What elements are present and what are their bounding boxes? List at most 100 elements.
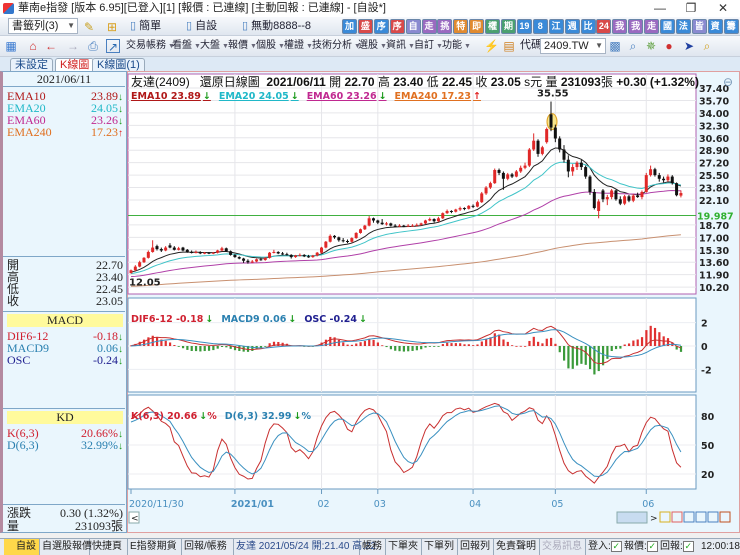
- quick-function-icon[interactable]: 期: [501, 19, 516, 34]
- add-page-icon[interactable]: ⊞: [105, 20, 119, 34]
- zoom-out-icon[interactable]: [683, 511, 695, 523]
- quick-function-icon[interactable]: 走: [421, 19, 437, 34]
- quick-function-icon[interactable]: 盛: [357, 19, 373, 34]
- news-ticker[interactable]: 友達 2021/05/24 開:21.40 高:22: [234, 539, 376, 555]
- lightning-icon[interactable]: ⚡: [484, 39, 499, 53]
- menu-item[interactable]: 自訂 ▼: [414, 36, 443, 56]
- menu-item[interactable]: 選股 ▼: [358, 36, 387, 56]
- search-icon[interactable]: ⌕: [626, 39, 640, 53]
- trend-icon[interactable]: [659, 511, 671, 523]
- quick-function-icon[interactable]: 自: [405, 19, 421, 34]
- tab-unset[interactable]: 未設定: [10, 58, 53, 71]
- status-button[interactable]: 回報列: [458, 539, 494, 555]
- candle-body: [159, 249, 163, 251]
- status-button[interactable]: 帳務: [360, 539, 386, 555]
- back-arrow-icon[interactable]: ←: [44, 39, 58, 53]
- forward-arrow-icon[interactable]: →: [66, 39, 80, 53]
- status-tab[interactable]: 自設: [4, 539, 40, 555]
- quick-function-icon[interactable]: 法: [675, 19, 691, 34]
- close-button[interactable]: ✕: [708, 0, 738, 17]
- candle-body: [242, 258, 246, 261]
- legend-text: EMA60 23.26: [306, 91, 377, 102]
- quick-function-icon[interactable]: 特: [453, 19, 469, 34]
- zoom-fit-icon[interactable]: [695, 511, 707, 523]
- page-button[interactable]: ▯ 無動8888--8: [242, 17, 311, 36]
- candle: [358, 228, 362, 234]
- osc-bar: [342, 342, 345, 346]
- minimize-button[interactable]: —: [645, 0, 675, 17]
- menu-item[interactable]: 資訊 ▼: [386, 36, 415, 56]
- cursor-icon[interactable]: ➤: [682, 39, 696, 53]
- popout-icon[interactable]: ↗: [106, 39, 120, 54]
- quick-function-icon[interactable]: 序: [389, 19, 405, 34]
- menu-item[interactable]: 交易帳務 ▼: [126, 36, 175, 56]
- chart-icon[interactable]: ▩: [608, 39, 622, 53]
- osc-bar: [225, 346, 228, 348]
- status-tab[interactable]: 回報/帳務: [182, 539, 234, 555]
- bookmark-select[interactable]: 書籤列(3) ▼: [8, 18, 78, 34]
- clock-icon[interactable]: [671, 511, 683, 523]
- quick-function-icon[interactable]: 19: [516, 19, 532, 34]
- status-button[interactable]: 下單列: [422, 539, 458, 555]
- status-tab[interactable]: 自選股報價: [40, 539, 92, 555]
- quick-function-icon[interactable]: 序: [373, 19, 389, 34]
- quick-function-icon[interactable]: 比: [580, 19, 596, 34]
- status-button[interactable]: 免責聲明: [494, 539, 540, 555]
- quick-function-icon[interactable]: 資: [707, 19, 723, 34]
- menu-item[interactable]: 大盤 ▼: [200, 36, 229, 56]
- home-icon[interactable]: ⌂: [26, 39, 40, 53]
- quick-function-icon[interactable]: 皆: [691, 19, 707, 34]
- menu-item[interactable]: 權證 ▼: [284, 36, 313, 56]
- volume-row: 量 231093張: [7, 520, 123, 532]
- candle: [480, 191, 484, 203]
- alert-icon[interactable]: ●: [662, 39, 676, 53]
- menu-item[interactable]: 技術分析 ▼: [312, 36, 361, 56]
- calendar-icon[interactable]: ▤: [502, 39, 516, 53]
- osc-bar: [485, 338, 488, 346]
- quick-function-icon[interactable]: 我: [612, 19, 628, 34]
- osc-bar: [550, 337, 553, 346]
- change-row: 漲跌 0.30 (1.32%): [7, 507, 123, 519]
- quick-function-icon[interactable]: 加: [342, 19, 357, 34]
- edit-note-icon[interactable]: ✎: [82, 20, 96, 34]
- menu-item[interactable]: 個股 ▼: [256, 36, 285, 56]
- status-button[interactable]: 下單夾: [386, 539, 422, 555]
- arrow-down-icon: ↓: [358, 314, 367, 325]
- candle-body: [142, 257, 146, 263]
- quick-function-icon[interactable]: 即: [469, 19, 485, 34]
- quick-function-icon[interactable]: 走: [644, 19, 660, 34]
- osc-bar: [606, 346, 609, 359]
- menu-item[interactable]: 看盤 ▼: [172, 36, 201, 56]
- menu-item[interactable]: 報價 ▼: [228, 36, 257, 56]
- tab-kline[interactable]: K線圖: [55, 58, 95, 71]
- osc-bar: [181, 346, 185, 349]
- page-button[interactable]: ▯ 簡單: [130, 17, 161, 36]
- bar-chart-icon[interactable]: [719, 511, 731, 523]
- undo-icon[interactable]: [707, 511, 719, 523]
- info-value: -0.24↓: [93, 354, 123, 368]
- print-icon[interactable]: ⎙: [86, 39, 100, 53]
- restore-button[interactable]: ❐: [676, 0, 706, 17]
- quick-function-icon[interactable]: 24: [596, 19, 612, 34]
- zoom-icon[interactable]: ⌕: [700, 39, 714, 53]
- status-tab[interactable]: E指發期貨: [128, 539, 182, 555]
- quick-function-icon[interactable]: 權: [485, 19, 501, 34]
- chart-svg[interactable]: 37.4035.7034.0032.3030.6028.9027.2025.50…: [127, 71, 740, 533]
- price-tick-label: 27.20: [699, 159, 729, 170]
- status-button[interactable]: 交易訊息: [540, 539, 586, 555]
- quick-function-icon[interactable]: 國: [660, 19, 675, 34]
- status-tab[interactable]: 快捷頁: [90, 539, 128, 555]
- quick-function-icon[interactable]: 週: [564, 19, 580, 34]
- grid-layout-icon[interactable]: ▦: [4, 39, 18, 53]
- page-button[interactable]: ▯ 自設: [186, 17, 217, 36]
- tab-kline-1[interactable]: K線圖(1): [92, 58, 145, 71]
- quick-function-icon[interactable]: 8: [532, 19, 548, 34]
- scroll-thumb[interactable]: [616, 511, 648, 524]
- menu-item[interactable]: 功能 ▼: [442, 36, 471, 56]
- quick-function-icon[interactable]: 我: [628, 19, 644, 34]
- stock-code-input[interactable]: 2409.TW ▼: [540, 38, 606, 54]
- tools-icon[interactable]: ✵: [644, 39, 658, 53]
- quick-function-icon[interactable]: 江: [548, 19, 564, 34]
- quick-function-icon[interactable]: 籌: [723, 19, 739, 34]
- quick-function-icon[interactable]: 挑: [437, 19, 453, 34]
